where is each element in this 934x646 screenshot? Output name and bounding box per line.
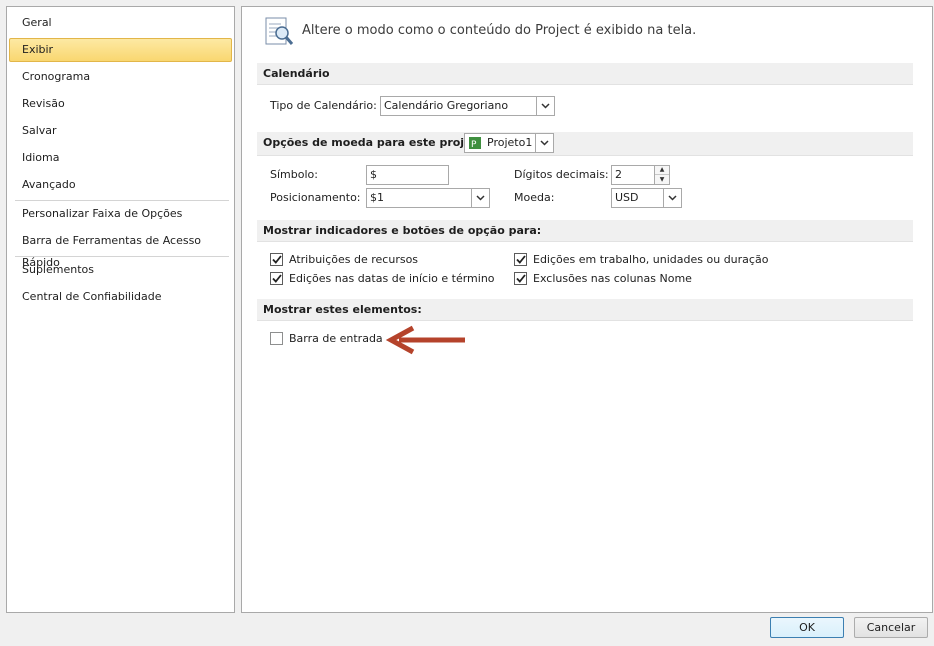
currency-section-title: Opções de moeda para este projeto: xyxy=(263,136,489,149)
sidebar-item-label: Revisão xyxy=(22,97,65,110)
calendar-type-label: Tipo de Calendário: xyxy=(270,98,377,114)
sidebar-item-label: Cronograma xyxy=(22,70,91,83)
currency-select[interactable]: USD xyxy=(611,188,682,208)
checkbox[interactable] xyxy=(270,271,283,285)
sidebar-divider xyxy=(15,200,229,201)
sidebar-item-geral[interactable]: Geral xyxy=(9,11,232,35)
sidebar-item-salvar[interactable]: Salvar xyxy=(9,119,232,143)
decimals-label: Dígitos decimais: xyxy=(514,168,609,181)
sidebar-item-central-confiabilidade[interactable]: Central de Confiabilidade xyxy=(9,285,232,309)
sidebar-item-revisao[interactable]: Revisão xyxy=(9,92,232,116)
checkbox[interactable] xyxy=(514,252,527,266)
chevron-down-icon[interactable] xyxy=(471,189,489,207)
checkbox[interactable] xyxy=(270,331,283,345)
sidebar-item-label: Central de Confiabilidade xyxy=(22,290,162,303)
checkbox-edicoes-trabalho[interactable]: Edições em trabalho, unidades ou duração xyxy=(514,251,768,267)
checkbox[interactable] xyxy=(270,252,283,266)
section-elementos: Mostrar estes elementos: xyxy=(257,299,913,321)
ok-button[interactable]: OK xyxy=(770,617,844,638)
check-icon xyxy=(271,254,282,264)
checkbox[interactable] xyxy=(514,271,527,285)
checkbox-label: Barra de entrada xyxy=(289,331,383,345)
check-icon xyxy=(271,273,282,283)
currency-value: USD xyxy=(615,191,639,204)
check-icon xyxy=(515,273,526,283)
section-moeda: Opções de moeda para este projeto: xyxy=(257,132,913,156)
currency-label: Moeda: xyxy=(514,191,555,204)
display-options-icon xyxy=(265,17,294,45)
decimals-value: 2 xyxy=(615,168,622,181)
sidebar-item-idioma[interactable]: Idioma xyxy=(9,146,232,170)
project-select[interactable]: P Projeto1 xyxy=(464,133,554,153)
sidebar-item-label: Idioma xyxy=(22,151,60,164)
project-file-icon: P xyxy=(469,137,481,150)
sidebar-item-label: Personalizar Faixa de Opções xyxy=(22,207,183,220)
spinner[interactable]: ▲ ▼ xyxy=(654,166,669,184)
position-value: $1 xyxy=(370,191,384,204)
sidebar-item-personalizar-faixa[interactable]: Personalizar Faixa de Opções xyxy=(9,202,232,226)
section-calendario: Calendário xyxy=(257,63,913,85)
sidebar-item-suplementos[interactable]: Suplementos xyxy=(9,258,232,282)
spin-down-icon[interactable]: ▼ xyxy=(655,175,669,184)
sidebar-item-label: Avançado xyxy=(22,178,76,191)
section-indicadores: Mostrar indicadores e botões de opção pa… xyxy=(257,220,913,242)
options-main-panel: Altere o modo como o conteúdo do Project… xyxy=(241,6,933,613)
sidebar-item-label: Suplementos xyxy=(22,263,94,276)
chevron-down-icon[interactable] xyxy=(535,134,553,152)
calendar-type-label-text: Tipo de Calendário: xyxy=(270,99,377,112)
symbol-label: Símbolo: xyxy=(270,168,318,181)
sidebar-item-label: Geral xyxy=(22,16,52,29)
options-sidebar: Geral Exibir Cronograma Revisão Salvar I… xyxy=(6,6,235,613)
checkbox-exclusoes-nome[interactable]: Exclusões nas colunas Nome xyxy=(514,270,692,286)
page-description: Altere o modo como o conteúdo do Project… xyxy=(302,23,697,38)
checkbox-label: Atribuições de recursos xyxy=(289,252,419,266)
project-value: Projeto1 xyxy=(487,136,533,149)
sidebar-item-cronograma[interactable]: Cronograma xyxy=(9,65,232,89)
sidebar-item-exibir[interactable]: Exibir xyxy=(9,38,232,62)
checkbox-barra-entrada[interactable]: Barra de entrada xyxy=(270,330,383,346)
position-select[interactable]: $1 xyxy=(366,188,490,208)
checkbox-label: Exclusões nas colunas Nome xyxy=(533,271,692,285)
sidebar-item-label: Salvar xyxy=(22,124,57,137)
checkbox-edicoes-datas[interactable]: Edições nas datas de início e término xyxy=(270,270,495,286)
decimals-stepper[interactable]: 2 ▲ ▼ xyxy=(611,165,670,185)
sidebar-item-barra-acesso-rapido[interactable]: Barra de Ferramentas de Acesso Rápido xyxy=(9,229,232,269)
checkbox-label: Edições nas datas de início e término xyxy=(289,271,495,285)
calendar-type-value: Calendário Gregoriano xyxy=(384,99,509,112)
chevron-down-icon[interactable] xyxy=(536,97,554,115)
sidebar-item-avancado[interactable]: Avançado xyxy=(9,173,232,197)
position-label: Posicionamento: xyxy=(270,191,361,204)
symbol-input[interactable]: $ xyxy=(366,165,449,185)
annotation-arrow-icon xyxy=(385,325,465,355)
checkbox-atribuicoes[interactable]: Atribuições de recursos xyxy=(270,251,418,267)
checkbox-label: Edições em trabalho, unidades ou duração xyxy=(533,252,769,266)
chevron-down-icon[interactable] xyxy=(663,189,681,207)
sidebar-item-label: Exibir xyxy=(22,43,54,56)
sidebar-divider xyxy=(15,256,229,257)
calendar-type-select[interactable]: Calendário Gregoriano xyxy=(380,96,555,116)
svg-text:P: P xyxy=(471,140,477,150)
check-icon xyxy=(515,254,526,264)
cancel-button[interactable]: Cancelar xyxy=(854,617,928,638)
